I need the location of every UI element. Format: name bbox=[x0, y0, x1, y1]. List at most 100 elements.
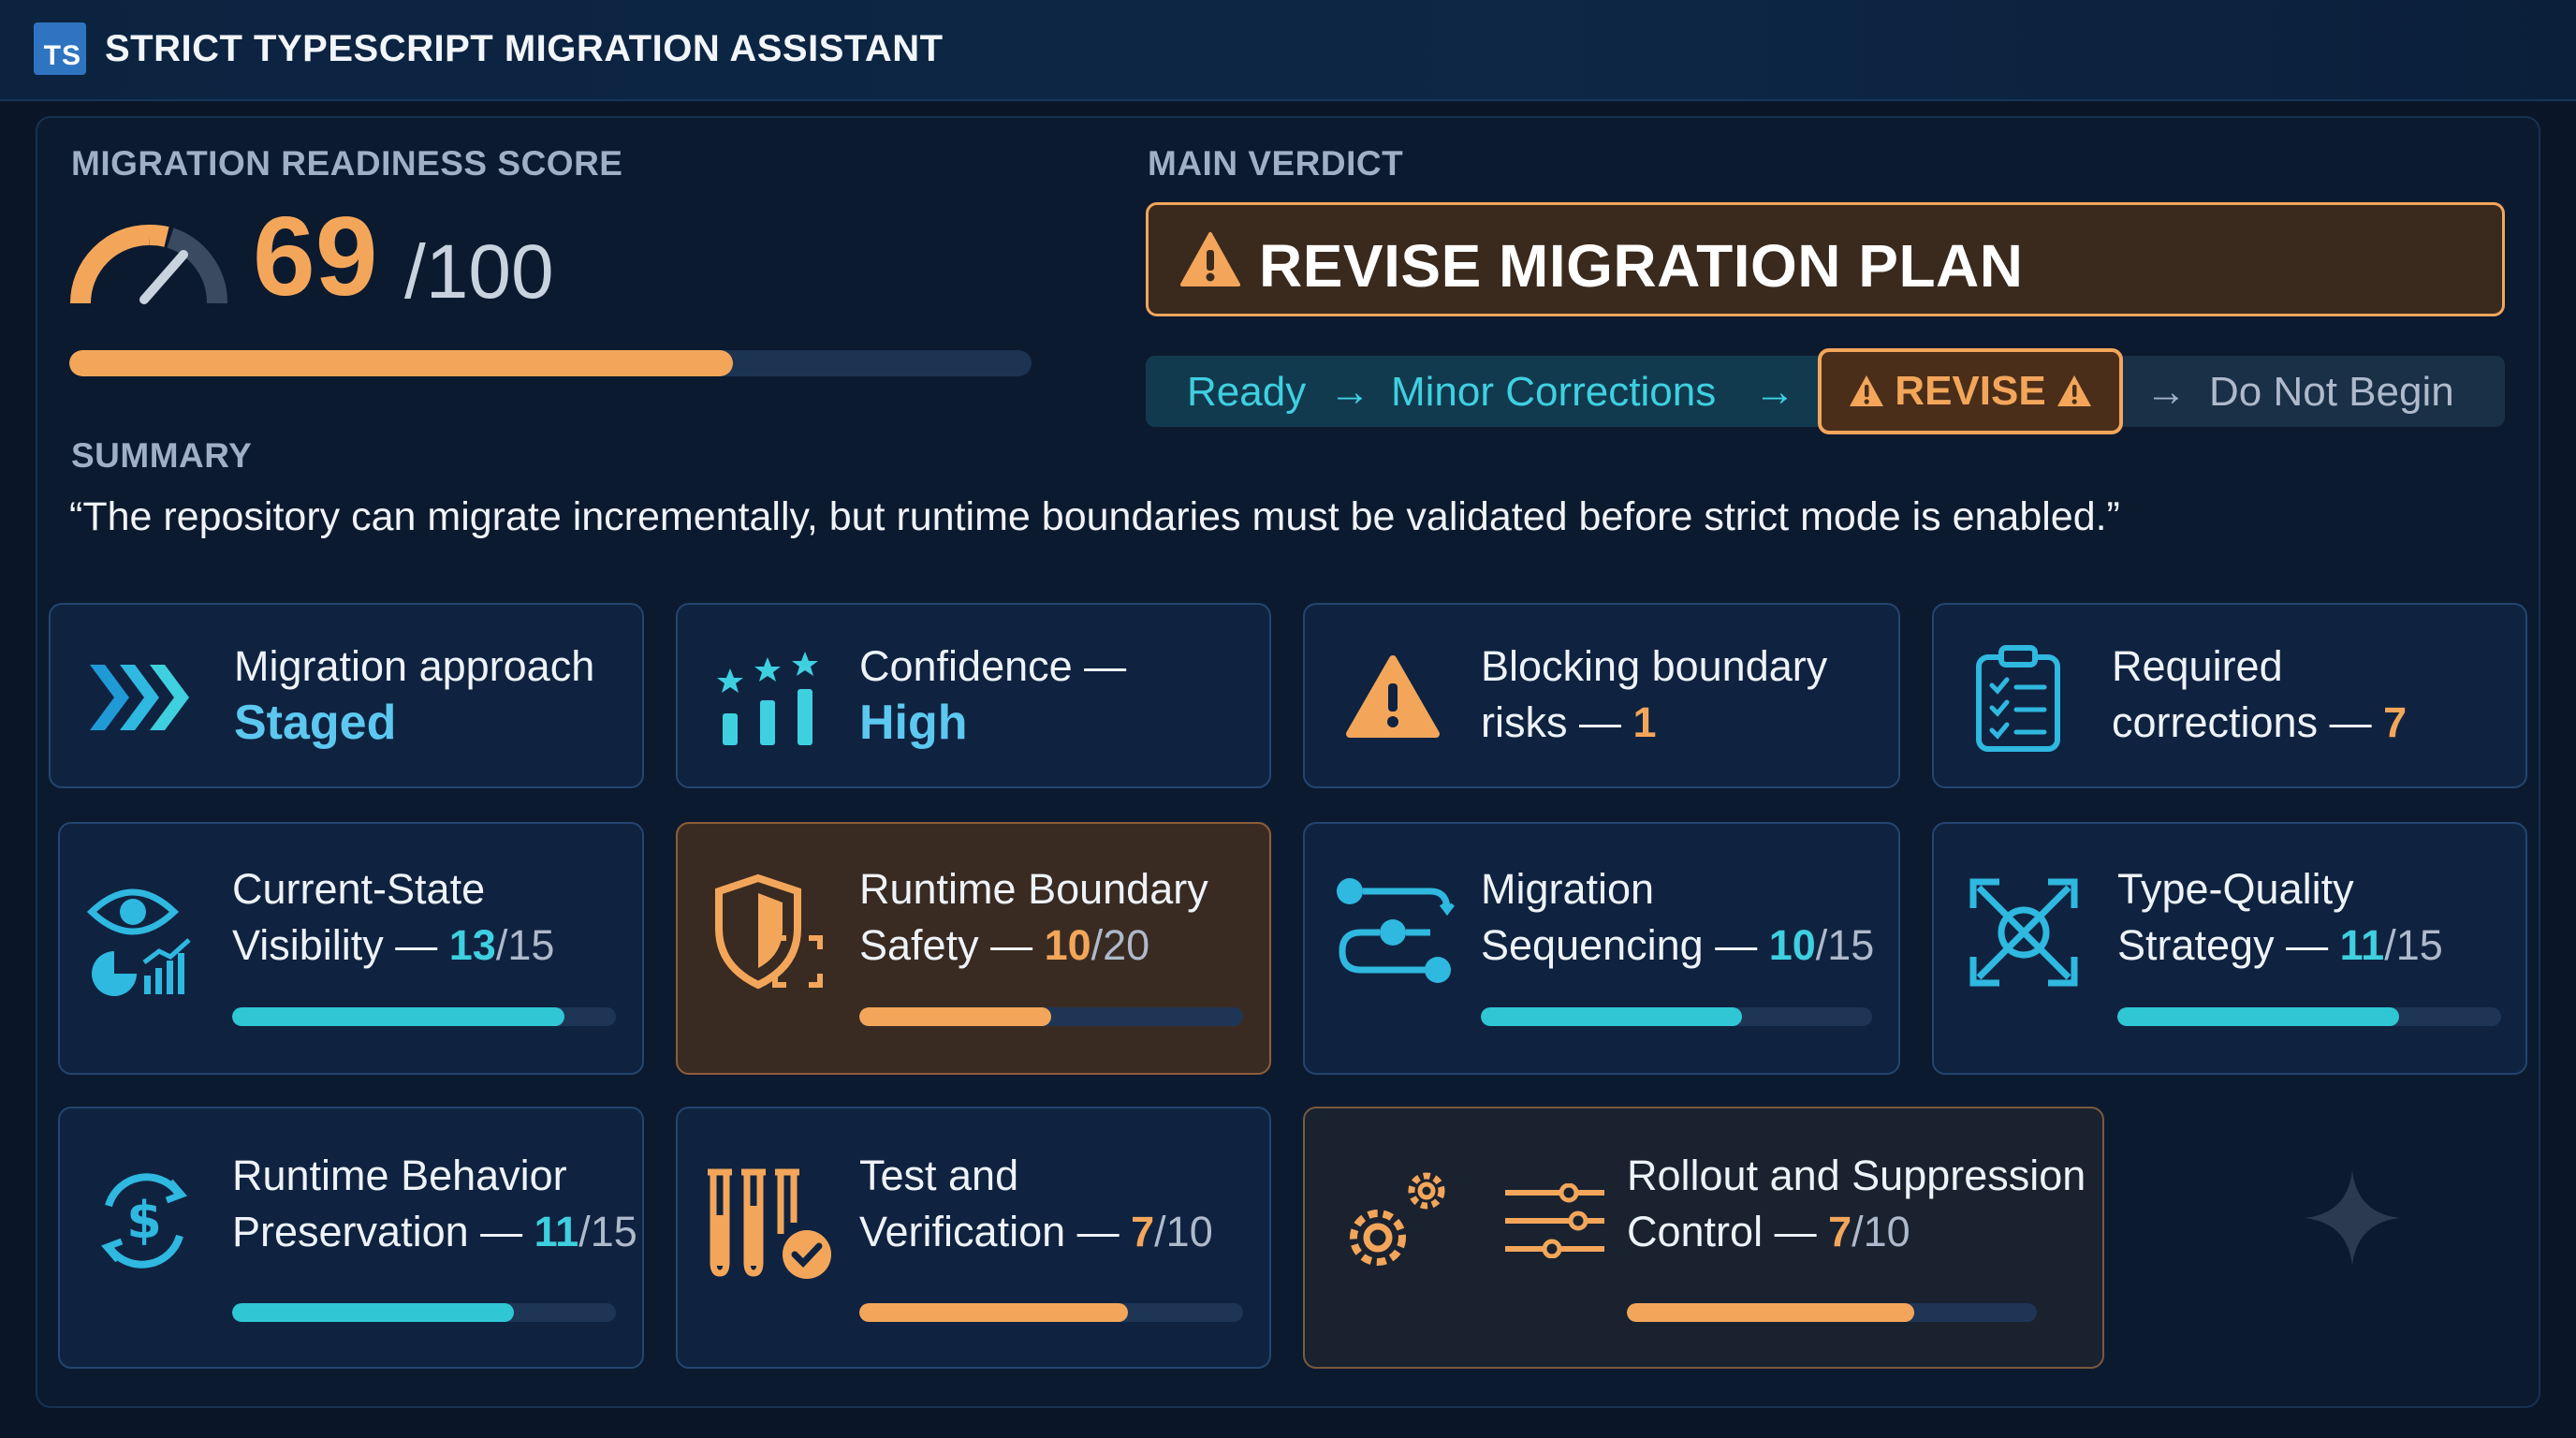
readiness-progress-bar bbox=[69, 350, 1032, 376]
typescript-logo: TS bbox=[34, 22, 86, 75]
criterion-progress-bar bbox=[232, 1303, 616, 1322]
criterion-score: 13 bbox=[448, 921, 496, 969]
stat-approach-value: Staged bbox=[234, 696, 397, 750]
verdict-label: MAIN VERDICT bbox=[1148, 144, 1404, 183]
stat-corrections-line2: corrections — bbox=[2112, 698, 2372, 746]
stat-card-confidence: Confidence — High bbox=[676, 603, 1271, 788]
criterion-card-runtime-boundary: Runtime Boundary Safety — 10/20 bbox=[676, 822, 1271, 1075]
scale-do-not-begin: Do Not Begin bbox=[2209, 369, 2454, 415]
dollar-cycle-icon: $ bbox=[101, 1173, 187, 1269]
criterion-progress-fill bbox=[232, 1007, 565, 1026]
warning-icon bbox=[1850, 375, 1884, 406]
verdict-text: REVISE MIGRATION PLAN bbox=[1259, 232, 2024, 300]
stat-card-blocking: Blocking boundary risks — 1 bbox=[1303, 603, 1900, 788]
readiness-progress-fill bbox=[69, 350, 734, 376]
criterion-card-visibility: Current-State Visibility — 13/15 bbox=[58, 822, 644, 1075]
criterion-progress-fill bbox=[2117, 1007, 2399, 1026]
stat-corrections-line1: Required bbox=[2112, 642, 2283, 690]
criterion-label: Sequencing — bbox=[1481, 921, 1758, 969]
summary-label: SUMMARY bbox=[71, 436, 253, 475]
shield-boundary-icon bbox=[715, 873, 823, 990]
criterion-score: 7 bbox=[1131, 1208, 1155, 1255]
warning-icon bbox=[1346, 655, 1440, 738]
stat-card-approach: Migration approach Staged bbox=[49, 603, 644, 788]
arrow-right-icon: → bbox=[1754, 369, 1795, 415]
gears-icon bbox=[1350, 1172, 1445, 1266]
criterion-label: Verification — bbox=[859, 1208, 1120, 1255]
test-tubes-icon bbox=[708, 1168, 831, 1279]
criterion-label: Rollout and Suppression bbox=[1627, 1152, 2086, 1199]
criterion-label: Strategy — bbox=[2117, 921, 2329, 969]
criterion-label: Current-State bbox=[232, 865, 486, 913]
stat-blocking-line1: Blocking boundary bbox=[1481, 642, 1828, 690]
gauge-icon bbox=[70, 224, 228, 304]
summary-text: “The repository can migrate incrementall… bbox=[69, 494, 2120, 539]
criterion-score: 11 bbox=[2339, 921, 2385, 969]
criterion-progress-bar bbox=[859, 1007, 1243, 1026]
verdict-banner: REVISE MIGRATION PLAN bbox=[1146, 202, 2505, 316]
criterion-progress-bar bbox=[232, 1007, 616, 1026]
stat-approach-label: Migration approach bbox=[234, 642, 595, 690]
criterion-label: Type-Quality bbox=[2117, 865, 2354, 913]
arrow-right-icon: → bbox=[2145, 369, 2187, 415]
stat-corrections-value: 7 bbox=[2383, 698, 2408, 746]
criterion-card-sequencing: Migration Sequencing — 10/15 bbox=[1303, 822, 1900, 1075]
scale-revise-current: REVISE bbox=[1818, 348, 2123, 434]
sliders-icon bbox=[1505, 1183, 1604, 1258]
title-bar: TS STRICT TYPESCRIPT MIGRATION ASSISTANT bbox=[0, 0, 2576, 101]
criterion-score: 7 bbox=[1828, 1208, 1852, 1255]
readiness-label: MIGRATION READINESS SCORE bbox=[71, 144, 623, 183]
criterion-progress-bar bbox=[1627, 1303, 2037, 1322]
criterion-progress-fill bbox=[1481, 1007, 1742, 1026]
stat-blocking-value: 1 bbox=[1632, 698, 1657, 746]
criterion-max: /20 bbox=[1090, 921, 1150, 969]
criterion-label: Control — bbox=[1627, 1208, 1817, 1255]
criterion-label: Runtime Behavior bbox=[232, 1152, 567, 1199]
expand-target-icon bbox=[1969, 878, 2078, 987]
app-title: STRICT TYPESCRIPT MIGRATION ASSISTANT bbox=[105, 28, 944, 69]
criterion-progress-fill bbox=[232, 1303, 514, 1322]
criterion-progress-bar bbox=[1481, 1007, 1872, 1026]
criterion-score: 11 bbox=[534, 1208, 579, 1255]
criterion-label: Runtime Boundary bbox=[859, 865, 1208, 913]
criterion-score: 10 bbox=[1044, 921, 1091, 969]
criterion-progress-fill bbox=[859, 1303, 1128, 1322]
warning-icon bbox=[2056, 375, 2091, 406]
arrow-right-icon: → bbox=[1329, 369, 1370, 415]
criterion-progress-fill bbox=[859, 1007, 1051, 1026]
criterion-card-type-quality: Type-Quality Strategy — 11/15 bbox=[1932, 822, 2527, 1075]
readiness-score: 69 bbox=[253, 194, 378, 319]
clipboard-checklist-icon bbox=[1976, 645, 2060, 752]
criterion-score: 10 bbox=[1768, 921, 1816, 969]
sparkle-icon bbox=[2305, 1170, 2400, 1266]
criterion-max: /15 bbox=[495, 921, 555, 969]
stat-blocking-line2: risks — bbox=[1481, 698, 1621, 746]
criterion-max: /15 bbox=[578, 1208, 637, 1255]
scale-ready: Ready bbox=[1187, 369, 1307, 415]
flow-sequence-icon bbox=[1337, 878, 1455, 983]
scale-minor-corrections: Minor Corrections bbox=[1391, 369, 1717, 415]
criterion-label: Visibility — bbox=[232, 921, 438, 969]
svg-text:$: $ bbox=[126, 1191, 162, 1250]
scale-revise-label: REVISE bbox=[1895, 368, 2046, 414]
criterion-max: /10 bbox=[1154, 1208, 1213, 1255]
criterion-progress-bar bbox=[2117, 1007, 2501, 1026]
criterion-label: Safety — bbox=[859, 921, 1033, 969]
stat-card-corrections: Required corrections — 7 bbox=[1932, 603, 2527, 788]
chevrons-right-icon bbox=[90, 665, 189, 730]
warning-icon bbox=[1180, 232, 1240, 286]
criterion-max: /15 bbox=[2384, 921, 2443, 969]
criterion-max: /15 bbox=[1815, 921, 1875, 969]
criterion-card-test-verification: Test and Verification — 7/10 bbox=[676, 1107, 1271, 1369]
criterion-progress-bar bbox=[859, 1303, 1243, 1322]
eye-chart-icon bbox=[86, 888, 191, 996]
stat-confidence-value: High bbox=[859, 696, 968, 750]
criterion-label: Preservation — bbox=[232, 1208, 523, 1255]
criterion-card-runtime-behavior: $ Runtime Behavior Preservation — 11/15 bbox=[58, 1107, 644, 1369]
rating-bars-icon bbox=[717, 652, 818, 745]
criterion-progress-fill bbox=[1627, 1303, 1914, 1322]
criterion-label: Test and bbox=[859, 1152, 1019, 1199]
criterion-card-rollout: Rollout and Suppression Control — 7/10 bbox=[1303, 1107, 2104, 1369]
stat-confidence-label: Confidence — bbox=[859, 642, 1127, 690]
readiness-max: /100 bbox=[404, 229, 554, 315]
